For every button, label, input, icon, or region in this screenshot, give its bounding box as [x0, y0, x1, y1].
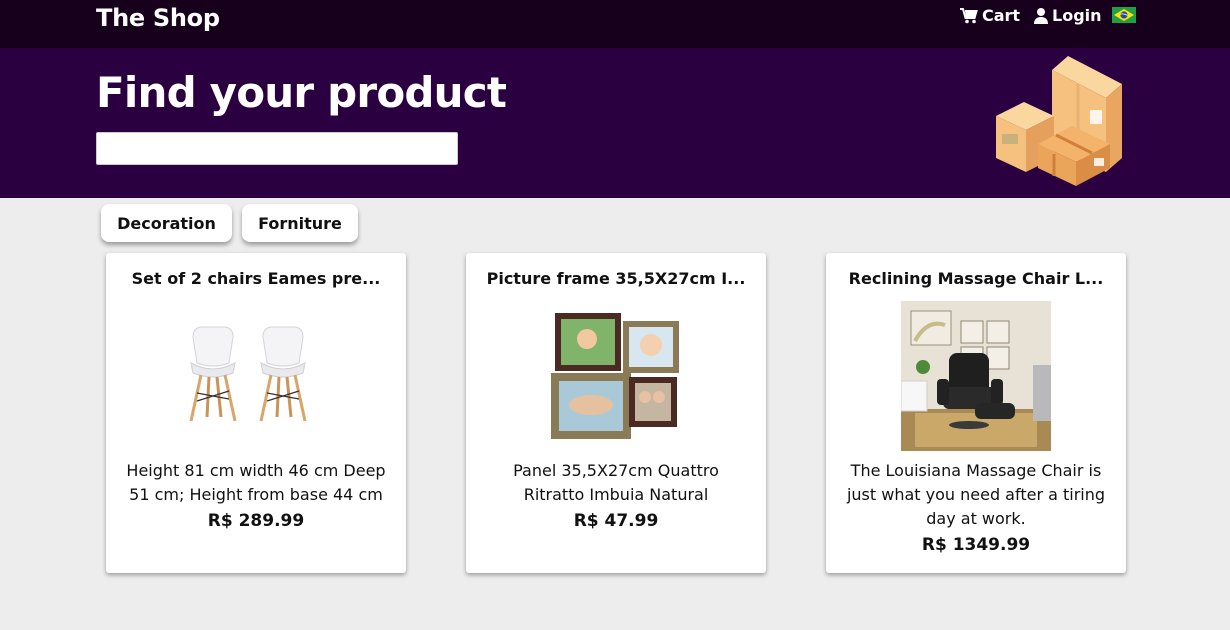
product-description: Height 81 cm width 46 cm Deep 51 cm; Hei… [126, 461, 386, 504]
page-title: Find your product [96, 68, 507, 117]
product-title: Reclining Massage Chair L... [848, 269, 1104, 288]
brand-logo[interactable]: The Shop [96, 4, 220, 32]
top-navbar: The Shop Cart Login [0, 0, 1230, 48]
product-title: Picture frame 35,5X27cm I... [486, 269, 746, 288]
product-title: Set of 2 chairs Eames pre... [131, 269, 381, 288]
product-image-chairs [181, 301, 331, 451]
category-decoration-button[interactable]: Decoration [101, 204, 232, 242]
category-forniture-button[interactable]: Forniture [242, 204, 358, 242]
cart-label: Cart [982, 6, 1021, 25]
cart-icon [960, 7, 978, 23]
cart-link[interactable]: Cart [960, 6, 1020, 25]
product-description: Panel 35,5X27cm Quattro Ritratto Imbuia … [513, 461, 719, 504]
product-card[interactable]: Picture frame 35,5X27cm I... Panel 35,5X… [466, 253, 766, 573]
product-price: R$ 289.99 [207, 511, 305, 531]
login-link[interactable]: Login [1034, 6, 1102, 25]
brazil-flag-icon[interactable] [1112, 7, 1136, 23]
login-label: Login [1052, 6, 1102, 25]
product-image-picture-frames [541, 301, 691, 451]
product-price: R$ 1349.99 [921, 535, 1031, 555]
product-image-massage-chair [900, 301, 1051, 451]
product-card[interactable]: Set of 2 chairs Eames pre... Height 81 c… [106, 253, 406, 573]
user-icon [1034, 7, 1048, 24]
product-price: R$ 47.99 [573, 511, 659, 531]
product-card[interactable]: Reclining Massage Chair L... The Louisia… [826, 253, 1126, 573]
product-description: The Louisiana Massage Chair is just what… [846, 461, 1106, 528]
boxes-illustration [990, 54, 1130, 186]
hero-banner: Find your product [0, 48, 1230, 198]
search-input[interactable] [96, 132, 458, 165]
